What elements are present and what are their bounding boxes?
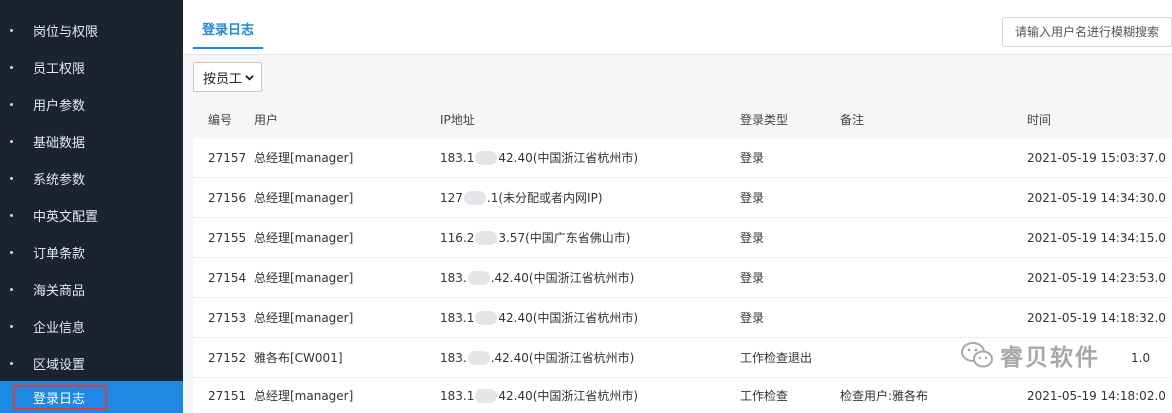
column-header-time[interactable]: 时间 (1027, 100, 1051, 138)
cell-user: 雅各布[CW001] (254, 351, 343, 365)
cell-remark: 检查用户:雅各布 (840, 389, 929, 403)
page-header: 登录日志 (183, 0, 1172, 55)
sidebar-item-basic-data[interactable]: 基础数据 (0, 123, 183, 160)
sidebar-item-system-params[interactable]: 系统参数 (0, 160, 183, 197)
redaction-blur (475, 230, 498, 245)
filter-bar: 按员工 (183, 55, 1172, 100)
tab-login-log[interactable]: 登录日志 (193, 18, 264, 49)
cell-user: 总经理[manager] (254, 231, 354, 245)
sidebar-item-label: 基础数据 (33, 136, 86, 151)
cell-user: 总经理[manager] (254, 191, 354, 205)
cell-time: 1.0 (1131, 350, 1151, 365)
filter-select[interactable]: 按员工 (193, 62, 262, 92)
cell-id: 27155 (208, 230, 247, 245)
chevron-down-icon (245, 75, 254, 81)
sidebar-item-label: 区域设置 (33, 358, 86, 373)
cell-type: 登录 (740, 191, 765, 205)
sidebar: 岗位与权限 员工权限 用户参数 基础数据 系统参数 中英文配置 订单条款 海关商… (0, 0, 183, 413)
table-row[interactable]: 27151 总经理[manager] 183.1 42.40(中国浙江省杭州市) … (193, 378, 1172, 413)
bullet-icon (10, 287, 13, 291)
cell-time: 2021-05-19 14:34:15.0 (1027, 230, 1166, 245)
cell-id: 27157 (208, 150, 247, 165)
watermark: 睿贝软件 (960, 332, 1100, 378)
cell-type: 登录 (740, 271, 765, 285)
sidebar-item-label: 岗位与权限 (33, 25, 99, 40)
cell-user: 总经理[manager] (254, 311, 354, 325)
cell-ip: 183.1 42.40(中国浙江省杭州市) (440, 150, 639, 165)
cell-id: 27154 (208, 270, 247, 285)
redaction-blur (475, 388, 498, 403)
redaction-blur (463, 190, 486, 205)
sidebar-item-label: 订单条款 (33, 247, 86, 262)
bullet-icon (10, 102, 13, 106)
cell-type: 登录 (740, 231, 765, 245)
sidebar-item-label: 企业信息 (33, 321, 86, 336)
bullet-icon (10, 28, 13, 32)
sidebar-item-label: 员工权限 (33, 62, 86, 77)
cell-type: 登录 (740, 151, 765, 165)
redaction-blur (475, 150, 498, 165)
table-row[interactable]: 27157 总经理[manager] 183.1 42.40(中国浙江省杭州市) … (193, 138, 1172, 178)
sidebar-item-positions-permissions[interactable]: 岗位与权限 (0, 12, 183, 49)
bullet-icon (10, 324, 13, 328)
watermark-text: 睿贝软件 (1000, 345, 1100, 371)
cell-time: 2021-05-19 14:18:02.0 (1027, 388, 1166, 403)
table-row[interactable]: 27155 总经理[manager] 116.2 3.57(中国广东省佛山市) 登… (193, 218, 1172, 258)
sidebar-item-order-terms[interactable]: 订单条款 (0, 234, 183, 271)
cell-time: 2021-05-19 15:03:37.0 (1027, 150, 1166, 165)
bullet-icon (10, 361, 13, 365)
sidebar-item-company-info[interactable]: 企业信息 (0, 308, 183, 345)
cell-type: 工作检查退出 (740, 351, 813, 365)
cell-ip: 183. .42.40(中国浙江省杭州市) (440, 350, 635, 365)
cell-ip: 127.1(未分配或者内网IP) (440, 190, 603, 205)
column-header-type[interactable]: 登录类型 (740, 100, 788, 138)
bullet-icon (10, 65, 13, 69)
cell-ip: 183.1 42.40(中国浙江省杭州市) (440, 388, 639, 403)
wechat-icon (961, 342, 993, 368)
redaction-blur (467, 350, 490, 365)
sidebar-item-label: 用户参数 (33, 99, 86, 114)
sidebar-item-label: 登录日志 (13, 384, 108, 410)
sidebar-item-customs-goods[interactable]: 海关商品 (0, 271, 183, 308)
filter-select-value: 按员工 (203, 71, 243, 87)
sidebar-item-label: 中英文配置 (33, 210, 99, 225)
cell-time: 2021-05-19 14:23:53.0 (1027, 270, 1166, 285)
sidebar-item-region-settings[interactable]: 区域设置 (0, 345, 183, 382)
sidebar-item-label: 系统参数 (33, 173, 86, 188)
cell-id: 27151 (208, 388, 247, 403)
sidebar-item-language-config[interactable]: 中英文配置 (0, 197, 183, 234)
table-row[interactable]: 27154 总经理[manager] 183. .42.40(中国浙江省杭州市) … (193, 258, 1172, 298)
cell-id: 27156 (208, 190, 247, 205)
bullet-icon (10, 250, 13, 254)
search-input[interactable] (1002, 17, 1172, 47)
sidebar-item-employee-permissions[interactable]: 员工权限 (0, 49, 183, 86)
table-header: 编号 用户 IP地址 登录类型 备注 时间 (193, 100, 1172, 138)
cell-time: 2021-05-19 14:34:30.0 (1027, 190, 1166, 205)
bullet-icon (10, 176, 13, 180)
cell-ip: 183. .42.40(中国浙江省杭州市) (440, 270, 635, 285)
cell-ip: 183.1 42.40(中国浙江省杭州市) (440, 310, 639, 325)
redaction-blur (467, 270, 490, 285)
cell-user: 总经理[manager] (254, 271, 354, 285)
sidebar-item-user-params[interactable]: 用户参数 (0, 86, 183, 123)
table-row[interactable]: 27156 总经理[manager] 127.1(未分配或者内网IP) 登录 2… (193, 178, 1172, 218)
column-header-user[interactable]: 用户 (254, 100, 278, 138)
sidebar-item-label: 海关商品 (33, 284, 86, 299)
cell-type: 登录 (740, 311, 765, 325)
cell-user: 总经理[manager] (254, 151, 354, 165)
column-header-remark[interactable]: 备注 (840, 100, 864, 138)
redaction-blur (475, 310, 498, 325)
sidebar-item-login-log[interactable]: 登录日志 (0, 381, 183, 413)
cell-ip: 116.2 3.57(中国广东省佛山市) (440, 230, 631, 245)
column-header-id[interactable]: 编号 (208, 100, 232, 138)
cell-id: 27153 (208, 310, 247, 325)
cell-user: 总经理[manager] (254, 389, 354, 403)
cell-id: 27152 (208, 350, 247, 365)
cell-type: 工作检查 (740, 389, 789, 403)
bullet-icon (10, 139, 13, 143)
column-header-ip[interactable]: IP地址 (440, 100, 475, 138)
bullet-icon (10, 213, 13, 217)
